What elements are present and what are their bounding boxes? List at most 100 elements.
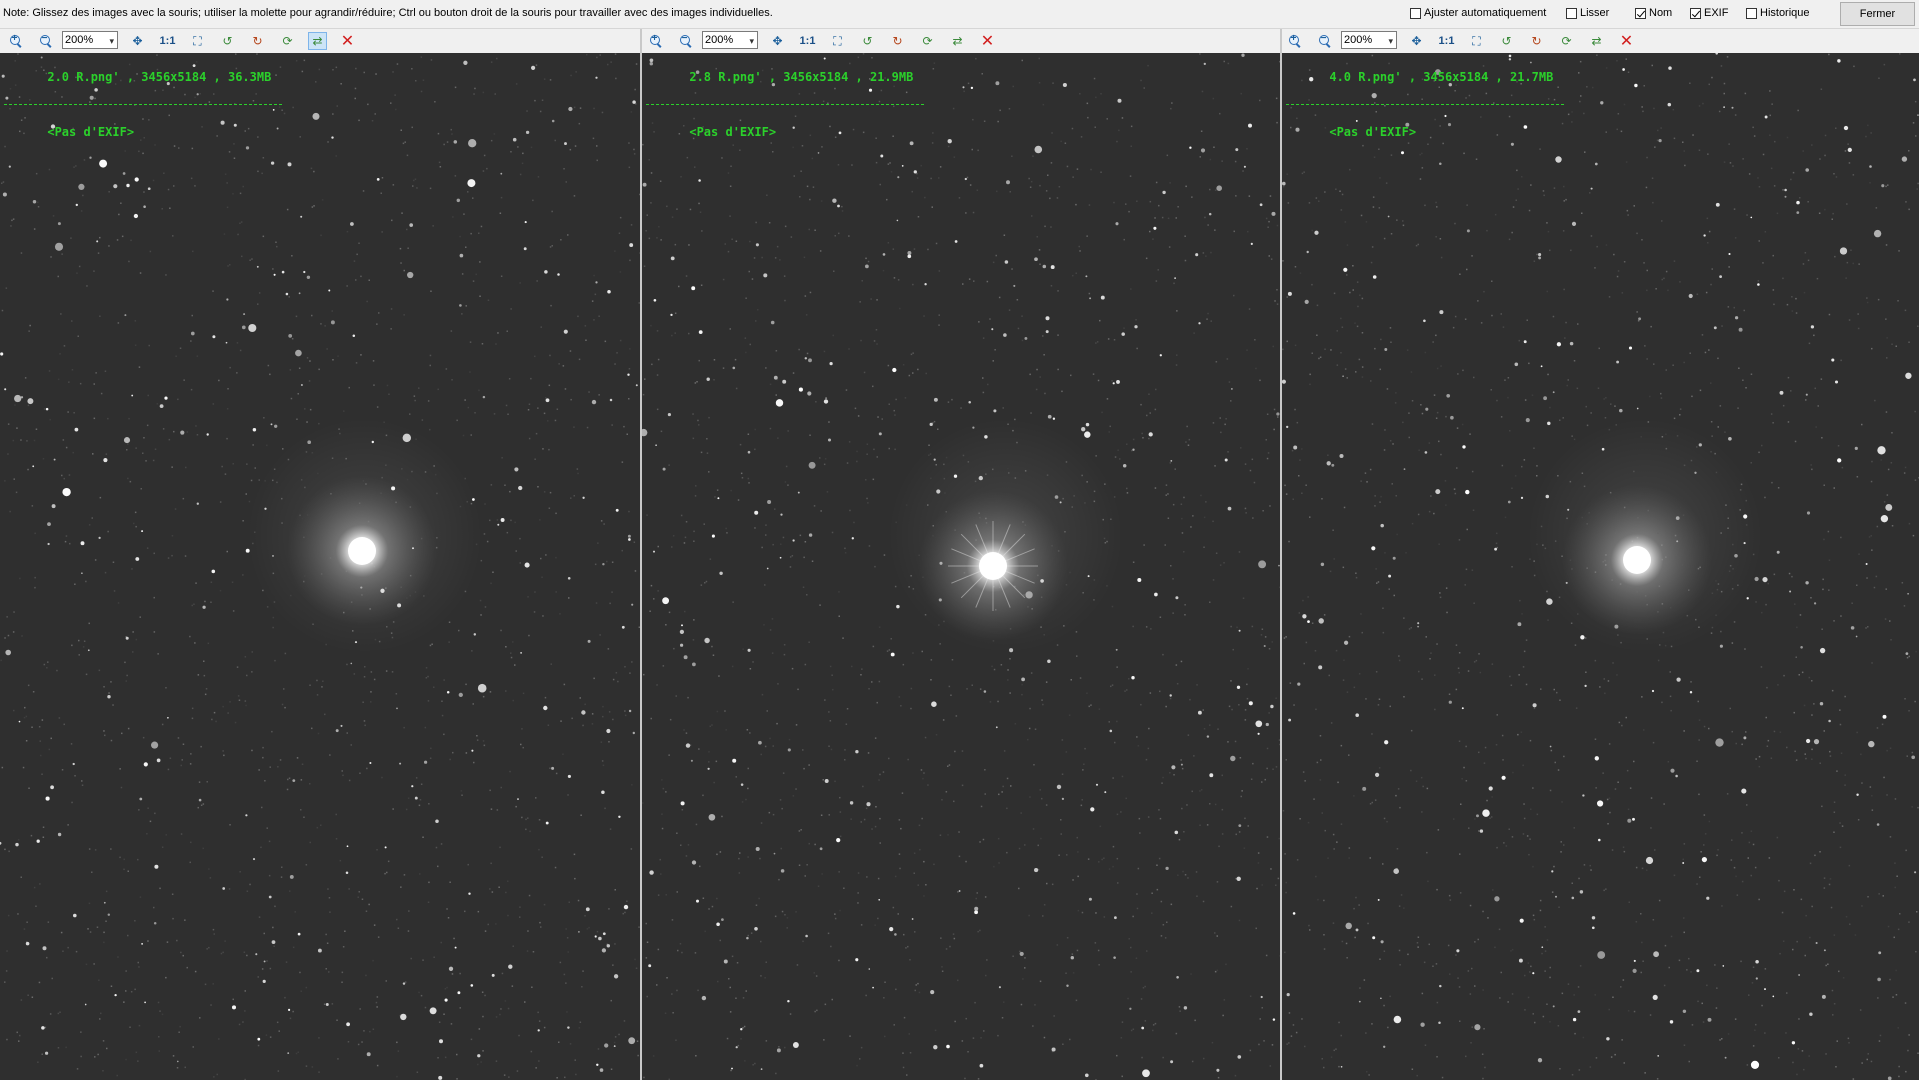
image-view[interactable]: 2.8 R.png' , 3456x5184 , 21.9MB <Pas d'E…	[642, 53, 1280, 1080]
fit-button[interactable]: ⛶	[188, 32, 207, 50]
star	[1248, 123, 1252, 128]
noise-speck	[470, 434, 472, 436]
noise-speck	[1804, 954, 1806, 957]
close-button[interactable]: Fermer	[1840, 2, 1915, 26]
noise-speck	[1402, 421, 1404, 424]
noise-speck	[749, 668, 752, 670]
star	[1750, 1060, 1760, 1069]
sync-button[interactable]: ⇄	[1587, 32, 1606, 50]
noise-speck	[559, 613, 561, 615]
noise-speck	[1007, 679, 1009, 681]
sync-button[interactable]: ⇄	[948, 32, 967, 50]
center-button[interactable]: ✥	[768, 32, 787, 50]
refresh-button[interactable]: ⟳	[1557, 32, 1576, 50]
zoom-out-button[interactable]: −	[1315, 32, 1334, 50]
noise-speck	[730, 489, 732, 492]
noise-speck	[925, 884, 927, 886]
noise-speck	[808, 842, 810, 845]
noise-speck	[182, 497, 185, 500]
center-button[interactable]: ✥	[1407, 32, 1426, 50]
star	[402, 433, 412, 443]
noise-speck	[238, 699, 241, 701]
rotate-left-button[interactable]: ↺	[1497, 32, 1516, 50]
noise-speck	[236, 342, 239, 344]
sync-button[interactable]: ⇄	[308, 32, 327, 50]
noise-speck	[420, 56, 423, 58]
checkbox-smooth[interactable]	[1566, 7, 1577, 19]
option-name[interactable]: Nom	[1635, 7, 1672, 19]
noise-speck	[1556, 691, 1558, 694]
image-view[interactable]: 2.0 R.png' , 3456x5184 , 36.3MB <Pas d'E…	[0, 53, 640, 1080]
noise-speck	[258, 479, 260, 481]
refresh-button[interactable]: ⟳	[278, 32, 297, 50]
noise-speck	[350, 744, 352, 746]
noise-speck	[240, 221, 243, 223]
noise-speck	[1028, 177, 1030, 180]
noise-speck	[1098, 964, 1100, 966]
zoom-out-button[interactable]: −	[36, 32, 55, 50]
star	[595, 281, 598, 284]
noise-speck	[675, 1039, 677, 1041]
fit-button[interactable]: ⛶	[1467, 32, 1486, 50]
zoom-out-button[interactable]: −	[676, 32, 695, 50]
noise-speck	[1773, 573, 1776, 576]
close-image-button[interactable]: ✕	[978, 32, 997, 50]
star	[1519, 918, 1524, 923]
noise-speck	[1353, 795, 1355, 797]
noise-speck	[1482, 989, 1484, 991]
rotate-right-button[interactable]: ↻	[1527, 32, 1546, 50]
noise-speck	[938, 624, 940, 626]
noise-speck	[135, 638, 138, 641]
noise-speck	[1273, 408, 1276, 411]
rotate-left-button[interactable]: ↺	[858, 32, 877, 50]
option-exif[interactable]: EXIF	[1690, 7, 1728, 19]
star	[716, 922, 720, 927]
image-view[interactable]: 4.0 R.png' , 3456x5184 , 21.7MB <Pas d'E…	[1282, 53, 1919, 1080]
star	[45, 796, 50, 801]
checkbox-autofit[interactable]	[1410, 7, 1421, 19]
noise-speck	[634, 958, 636, 961]
noise-speck	[912, 372, 914, 374]
noise-speck	[1754, 866, 1757, 869]
option-autofit[interactable]: Ajuster automatiquement	[1410, 7, 1546, 19]
zoom-select[interactable]: 200% ▾	[702, 31, 758, 49]
one-to-one-button[interactable]: 1:1	[798, 32, 817, 50]
one-to-one-button[interactable]: 1:1	[1437, 32, 1456, 50]
star	[1715, 53, 1718, 55]
noise-speck	[1116, 857, 1119, 860]
checkbox-exif[interactable]	[1690, 7, 1701, 19]
option-smooth[interactable]: Lisser	[1566, 7, 1609, 19]
zoom-select[interactable]: 200% ▾	[1341, 31, 1397, 49]
noise-speck	[1382, 607, 1384, 609]
noise-speck	[844, 547, 846, 550]
one-to-one-button[interactable]: 1:1	[158, 32, 177, 50]
refresh-button[interactable]: ⟳	[918, 32, 937, 50]
zoom-in-button[interactable]: +	[6, 32, 25, 50]
fit-button[interactable]: ⛶	[828, 32, 847, 50]
option-history[interactable]: Historique	[1746, 7, 1810, 19]
zoom-select[interactable]: 200% ▾	[62, 31, 118, 49]
close-image-button[interactable]: ✕	[338, 32, 357, 50]
noise-speck	[824, 1003, 827, 1006]
noise-speck	[335, 838, 338, 840]
noise-speck	[1169, 462, 1172, 464]
rotate-right-button[interactable]: ↻	[888, 32, 907, 50]
zoom-in-button[interactable]: +	[1285, 32, 1304, 50]
noise-speck	[88, 524, 91, 526]
noise-speck	[705, 580, 708, 583]
noise-speck	[1791, 296, 1793, 298]
noise-speck	[1651, 177, 1654, 179]
checkbox-history[interactable]	[1746, 7, 1757, 19]
noise-speck	[550, 304, 552, 307]
noise-speck	[292, 106, 294, 109]
close-image-button[interactable]: ✕	[1617, 32, 1636, 50]
zoom-in-button[interactable]: +	[646, 32, 665, 50]
noise-speck	[1361, 297, 1364, 300]
rotate-right-button[interactable]: ↻	[248, 32, 267, 50]
checkbox-name[interactable]	[1635, 7, 1646, 19]
noise-speck	[313, 205, 315, 207]
star	[613, 1045, 616, 1048]
center-button[interactable]: ✥	[128, 32, 147, 50]
rotate-left-button[interactable]: ↺	[218, 32, 237, 50]
noise-speck	[1212, 520, 1214, 523]
